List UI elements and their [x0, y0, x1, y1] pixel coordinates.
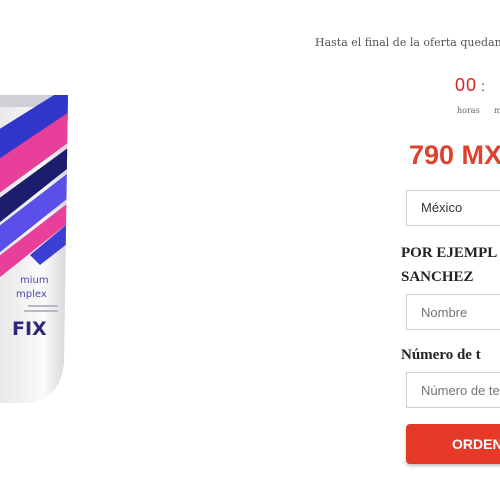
- name-input[interactable]: [406, 294, 500, 330]
- product-label-line1: mium: [20, 275, 49, 286]
- product-tube-image: mium mplex FIX: [0, 95, 68, 403]
- countdown-separator: :: [481, 78, 485, 94]
- phone-label: Número de t: [401, 347, 481, 363]
- countdown-hours: 00: [455, 75, 478, 95]
- name-example-line1: POR EJEMPL: [401, 245, 498, 261]
- product-brand-text: FIX: [12, 318, 47, 340]
- phone-input[interactable]: [406, 372, 500, 408]
- offer-countdown-text: Hasta el final de la oferta quedan: [315, 36, 500, 49]
- country-select[interactable]: México: [406, 190, 500, 226]
- name-example-label: POR EJEMPL SANCHEZ: [401, 241, 497, 289]
- product-price: 790 MX: [409, 140, 500, 170]
- product-label-line2: mplex: [16, 289, 47, 300]
- name-example-line2: SANCHEZ: [401, 269, 474, 285]
- order-button[interactable]: ORDEN: [406, 424, 500, 464]
- countdown-hours-label: horas: [457, 106, 480, 115]
- countdown-timer: 00:: [455, 75, 485, 96]
- countdown-minutes-label: m: [494, 106, 500, 115]
